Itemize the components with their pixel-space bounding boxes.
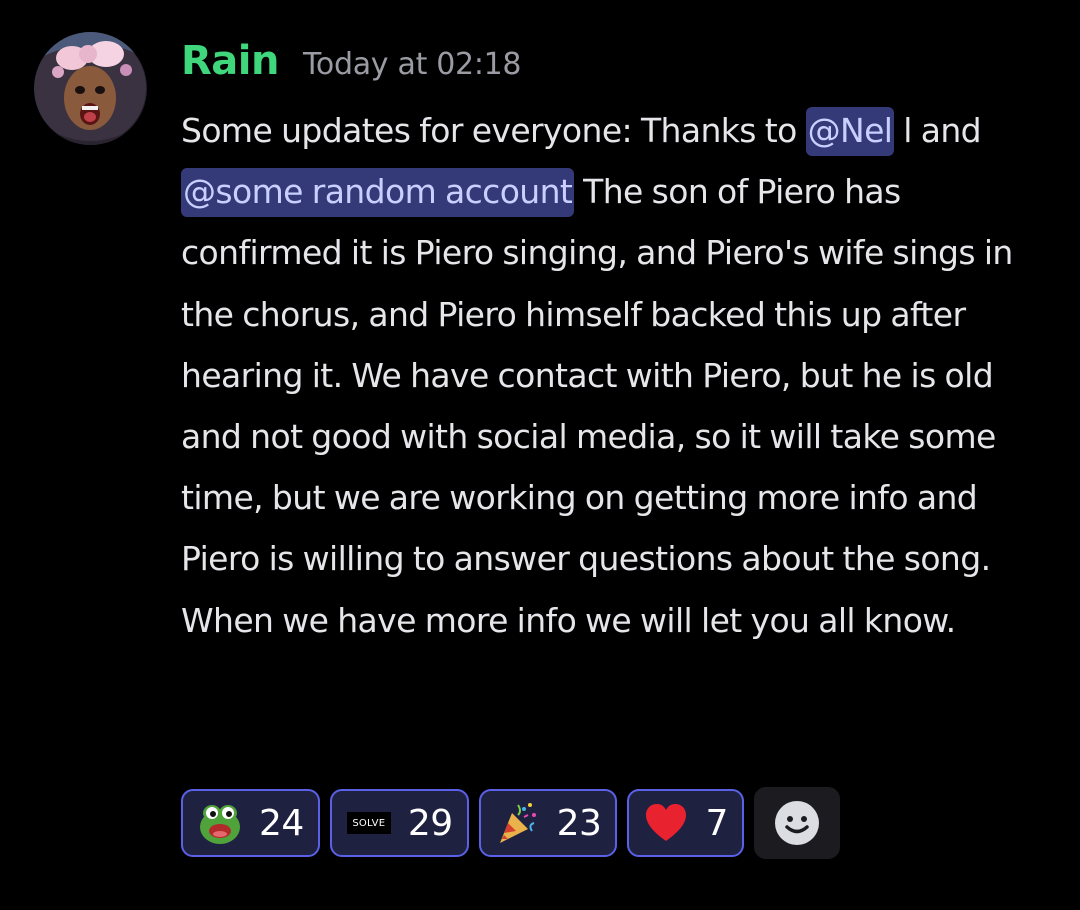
- user-avatar[interactable]: [34, 32, 147, 145]
- reaction-count: 23: [556, 802, 602, 844]
- user-mention[interactable]: @Nel: [805, 107, 895, 156]
- solve-badge-icon: SOLVE: [344, 798, 394, 848]
- solve-badge-label: SOLVE: [346, 812, 391, 834]
- message-content: Some updates for everyone: Thanks to @Ne…: [181, 100, 1061, 651]
- timestamp[interactable]: Today at 02:18: [303, 47, 522, 82]
- add-reaction-button[interactable]: [753, 787, 840, 859]
- red-heart-icon: [641, 798, 691, 848]
- reaction-count: 7: [705, 802, 728, 844]
- reaction-pepe[interactable]: 24: [181, 789, 320, 857]
- smiley-add-icon: [774, 801, 819, 845]
- avatar-image: [34, 32, 147, 145]
- message-text: Some updates for everyone: Thanks to: [181, 111, 806, 150]
- pepe-frog-icon: [195, 798, 245, 848]
- username[interactable]: Rain: [181, 38, 279, 84]
- reactions-bar: 24 SOLVE 29 23 7: [181, 787, 840, 859]
- message-text: The son of Piero has confirmed it is Pie…: [181, 172, 1013, 640]
- reaction-solve[interactable]: SOLVE 29: [329, 789, 469, 857]
- reaction-party-popper[interactable]: 23: [478, 789, 618, 857]
- reaction-heart[interactable]: 7: [627, 789, 744, 857]
- user-mention[interactable]: @some random account: [181, 168, 575, 218]
- party-popper-icon: [493, 798, 543, 848]
- reaction-count: 29: [407, 802, 453, 844]
- message-text: l and: [894, 111, 981, 150]
- reaction-count: 24: [259, 802, 304, 844]
- message-header: Rain Today at 02:18: [181, 38, 522, 84]
- chat-message: Rain Today at 02:18 Some updates for eve…: [0, 0, 1080, 910]
